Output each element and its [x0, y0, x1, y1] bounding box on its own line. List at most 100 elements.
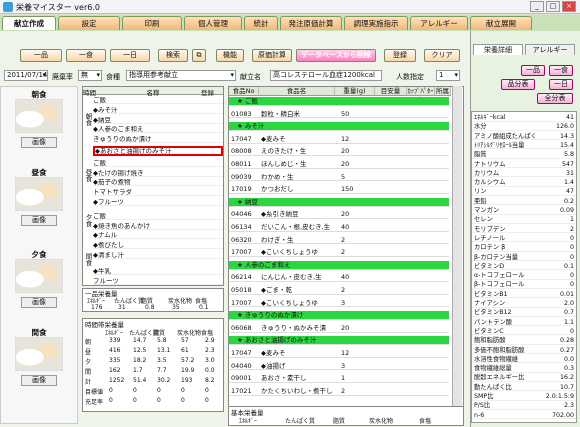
menu-row[interactable]: トマトサラダ: [93, 189, 223, 197]
dish-name: ★ みそ汁: [237, 122, 265, 131]
image-button[interactable]: 画像: [21, 137, 57, 148]
right-ichinichi-button[interactable]: 一日: [549, 79, 573, 90]
nutrient-row: n-6 702.00: [472, 412, 576, 420]
food-row[interactable]: 06214 にんじん・皮むき,生 40: [229, 273, 449, 283]
tab-kojin[interactable]: 個人管理: [184, 16, 242, 30]
menu-row[interactable]: ◆フルーツ: [93, 199, 223, 206]
food-row[interactable]: 09001 あおさ・素干し 1: [229, 374, 449, 383]
menu-row[interactable]: ◆清まし汁: [93, 252, 223, 259]
food-name: だいこん・根,皮むき,生: [261, 223, 331, 231]
food-name: ◆ごま・乾: [261, 286, 292, 294]
food-row[interactable]: 06320 わけぎ・生 2: [229, 236, 449, 245]
nutrient-value: 2: [569, 225, 574, 233]
menu-row[interactable]: ◆みそ汁: [93, 107, 223, 114]
isshoku-button[interactable]: 一食: [66, 49, 106, 62]
right-ippin-button[interactable]: 一品: [521, 65, 545, 76]
menu-row[interactable]: ご飯: [93, 213, 223, 220]
food-row[interactable]: 04046 ◆糸引き納豆 20: [229, 210, 449, 220]
nutrient-row: ビタミンB1 0.01: [472, 291, 576, 299]
food-row[interactable]: 17047 ◆麦みそ 12: [229, 135, 449, 144]
haiki-select[interactable]: 無: [78, 70, 102, 81]
image-button[interactable]: 画像: [21, 297, 57, 308]
nutrient-value: 0.3: [563, 365, 574, 373]
hinbunhyou-button[interactable]: 品分表: [501, 79, 535, 90]
tab-tenkai[interactable]: 献立展開: [470, 16, 532, 30]
right-isshoku-button[interactable]: 一食: [549, 65, 573, 76]
tab-toukei[interactable]: 統計: [244, 16, 278, 30]
ichinichi-button[interactable]: 一日: [110, 49, 150, 62]
tab-allergy-right[interactable]: アレルギー: [525, 44, 575, 55]
food-row[interactable]: 17007 ◆こいくちしょうゆ 3: [229, 299, 449, 308]
clear-button[interactable]: クリア: [424, 49, 460, 62]
dish-row[interactable]: ★ きゅうりのぬか漬け: [229, 311, 449, 320]
menu-row[interactable]: ◆ナムル: [93, 232, 223, 240]
menu-row[interactable]: ◆焼き魚のあんかけ: [93, 223, 223, 230]
shokushu-select[interactable]: 指導用参考献立: [126, 70, 236, 81]
genka-button[interactable]: 原価計算: [252, 49, 292, 62]
search-button[interactable]: 検索: [158, 49, 188, 62]
menu-row[interactable]: フルーツ: [93, 278, 223, 285]
nutrient-name: ビタミンB1: [474, 290, 508, 298]
menu-row[interactable]: ◆牛乳: [93, 268, 223, 275]
nutrient-name: カリウム: [474, 169, 500, 177]
maximize-button[interactable]: □: [546, 1, 560, 12]
food-row[interactable]: 05018 ◆ごま・乾 2: [229, 286, 449, 295]
food-row[interactable]: 17047 ◆麦みそ 12: [229, 349, 449, 358]
food-no: 06320: [231, 235, 252, 244]
detail-scrollbar[interactable]: [452, 86, 462, 416]
kondate-label: 献立名: [240, 73, 261, 81]
food-name: きゅうり・ぬかみそ漬: [261, 323, 326, 332]
food-row[interactable]: 06134 だいこん・根,皮むき,生 40: [229, 223, 449, 232]
food-row[interactable]: 08011 ほんしめじ・生 20: [229, 160, 449, 169]
kondate-name-field[interactable]: 高コレステロール血症1200kcal: [270, 70, 382, 81]
tab-insatsu[interactable]: 印刷: [122, 16, 182, 30]
jikan-header: 脂質: [153, 330, 166, 337]
food-row[interactable]: 09039 わかめ・生 5: [229, 173, 449, 182]
food-row[interactable]: 17019 かつおだし 150: [229, 185, 449, 194]
menu-row[interactable]: ご飯: [93, 97, 223, 104]
dish-row[interactable]: ★ ご飯: [229, 97, 449, 106]
dish-row[interactable]: ★ みそ汁: [229, 122, 449, 131]
food-row[interactable]: 17007 ◆こいくちしょうゆ 2: [229, 248, 449, 257]
food-row[interactable]: 06068 きゅうり・ぬかみそ漬 20: [229, 324, 449, 333]
tab-kondate[interactable]: 献立作成: [2, 16, 56, 30]
nutrient-value: 0: [569, 327, 574, 335]
touroku-button[interactable]: 登録: [384, 49, 416, 62]
tab-allergy[interactable]: アレルギー: [410, 16, 468, 30]
zenbunhyou-button[interactable]: 全分表: [537, 93, 573, 104]
copy-icon[interactable]: ⧉: [192, 49, 206, 62]
close-button[interactable]: ×: [562, 1, 576, 12]
delete-from-db-button[interactable]: データベースから削除: [296, 49, 376, 62]
tab-eiyou-shousai[interactable]: 栄養詳細: [473, 44, 523, 55]
food-no: 17047: [231, 349, 252, 357]
menu-row[interactable]: ◆人参のごま和え: [93, 126, 223, 134]
jikan-value: 2.3: [205, 347, 215, 354]
kinou-button[interactable]: 機能: [216, 49, 244, 62]
image-button[interactable]: 画像: [21, 375, 57, 386]
food-row[interactable]: 01083 穀粒・精白米 50: [229, 110, 449, 119]
minimize-button[interactable]: _: [530, 1, 544, 12]
food-row[interactable]: 17021 かたくちいわし・煮干し 2: [229, 387, 449, 396]
ippin-button[interactable]: 一品: [20, 49, 62, 62]
dish-row[interactable]: ★ 人参のごま和え: [229, 260, 449, 270]
ninzu-select[interactable]: 1: [436, 70, 460, 81]
menu-row[interactable]: ◆煮びたし: [93, 242, 223, 250]
nutrient-value: 0.01: [559, 290, 574, 298]
image-button[interactable]: 画像: [21, 215, 57, 226]
food-row[interactable]: 08008 えのきたけ・生 20: [229, 147, 449, 157]
date-field[interactable]: 2011/07/14: [4, 70, 48, 81]
food-row[interactable]: 04040 ◆油揚げ 3: [229, 362, 449, 371]
dish-row[interactable]: ★ あおさと油揚げのみそ汁: [229, 336, 449, 346]
menu-row[interactable]: ◆納豆: [93, 117, 223, 124]
tab-settei[interactable]: 設定: [58, 16, 120, 30]
menu-row[interactable]: きゅうりのぬか漬け: [93, 136, 223, 144]
dish-row[interactable]: ★ 納豆: [229, 197, 449, 207]
tab-hacchu[interactable]: 発注原価計算: [280, 16, 342, 30]
menu-row[interactable]: ご飯: [93, 160, 223, 167]
nutrient-row: 多価不飽和脂肪酸 0.27: [472, 347, 576, 355]
menu-row[interactable]: ◆たけの揚げ焼き: [93, 170, 223, 177]
menu-row[interactable]: ◆茄子の煮物: [93, 179, 223, 187]
tab-chouri[interactable]: 調理実施指示: [344, 16, 408, 30]
group-label: 昼食: [84, 168, 92, 182]
menu-row[interactable]: ◆あおさと油揚げのみそ汁: [93, 146, 223, 156]
